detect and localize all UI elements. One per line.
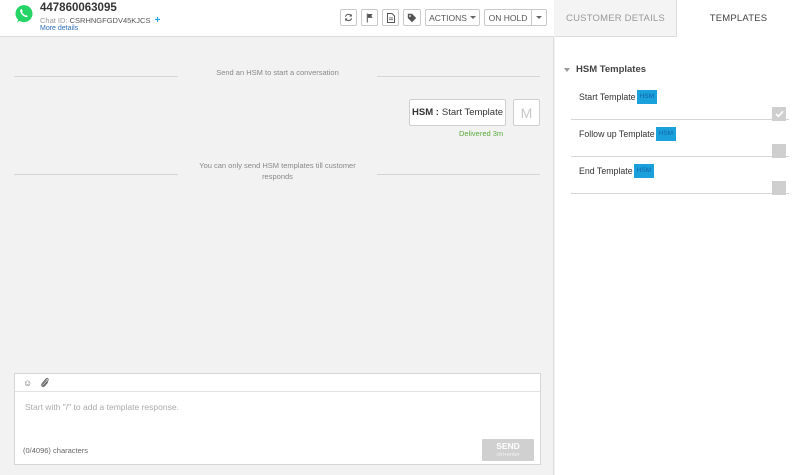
message-prefix: HSM : xyxy=(412,107,439,118)
add-icon[interactable]: + xyxy=(155,15,161,26)
tag-button[interactable] xyxy=(403,9,421,26)
tab-templates[interactable]: TEMPLATES xyxy=(677,0,800,37)
send-label: SEND xyxy=(496,441,520,451)
divider xyxy=(14,76,178,77)
chevron-down-icon xyxy=(469,16,476,19)
template-name-row: Follow up Template HSM xyxy=(579,127,677,141)
document-icon xyxy=(386,12,395,23)
conversation-header: 447860063095 Chat ID: CSRHNGFGDV45KJCS +… xyxy=(0,0,554,37)
composer-toolbar: ☺ xyxy=(15,374,540,392)
send-shortcut-hint: ctrl+enter xyxy=(496,452,520,458)
chat-id-label: Chat ID: xyxy=(40,16,68,25)
delivery-status: Delivered 3m xyxy=(459,129,504,138)
message-composer: ☺ (0/4096) characters SEND ctrl+enter xyxy=(14,373,541,465)
actions-label: ACTIONS xyxy=(429,12,467,23)
side-panel: CUSTOMER DETAILS TEMPLATES HSM Templates… xyxy=(555,0,800,475)
template-name: End Template xyxy=(579,166,633,176)
template-item-start[interactable]: Start Template HSM xyxy=(571,83,789,121)
emoji-icon[interactable]: ☺ xyxy=(23,378,32,388)
on-hold-label: ON HOLD xyxy=(488,12,528,23)
divider xyxy=(14,174,178,175)
attachment-icon[interactable] xyxy=(40,377,50,389)
checkmark-icon xyxy=(774,110,784,118)
template-select-checkbox[interactable] xyxy=(772,181,786,195)
whatsapp-icon xyxy=(15,5,33,23)
send-button[interactable]: SEND ctrl+enter xyxy=(482,439,534,461)
side-panel-tabs: CUSTOMER DETAILS TEMPLATES xyxy=(555,0,800,37)
tab-customer-details[interactable]: CUSTOMER DETAILS xyxy=(555,0,677,37)
hsm-templates-section-header[interactable]: HSM Templates xyxy=(564,64,646,75)
notes-button[interactable] xyxy=(382,9,399,26)
template-select-checkbox[interactable] xyxy=(772,144,786,158)
template-name: Follow up Template xyxy=(579,129,655,139)
flag-icon xyxy=(366,13,373,22)
contact-phone-number: 447860063095 xyxy=(40,2,117,14)
on-hold-button[interactable]: ON HOLD xyxy=(484,9,531,26)
template-name: Start Template xyxy=(579,92,636,102)
actions-dropdown[interactable]: ACTIONS xyxy=(425,9,480,26)
template-name-row: End Template HSM xyxy=(579,164,655,178)
flag-button[interactable] xyxy=(361,9,378,26)
divider xyxy=(377,76,540,77)
hsm-badge: HSM xyxy=(633,164,655,178)
system-notice: You can only send HSM templates till cus… xyxy=(199,161,356,181)
conversation-pane: 447860063095 Chat ID: CSRHNGFGDV45KJCS +… xyxy=(0,0,554,475)
outgoing-message-bubble: HSM : Start Template xyxy=(409,99,506,126)
caret-down-icon xyxy=(564,67,570,72)
status-dropdown-toggle[interactable] xyxy=(531,9,547,26)
agent-avatar: M xyxy=(513,99,540,126)
chevron-down-icon xyxy=(536,16,542,19)
character-count: (0/4096) characters xyxy=(23,446,89,455)
template-name-row: Start Template HSM xyxy=(579,90,658,104)
divider xyxy=(377,174,540,175)
hsm-badge: HSM xyxy=(636,90,658,104)
system-message: Send an HSM to start a conversation xyxy=(216,68,339,77)
hsm-badge: HSM xyxy=(655,127,677,141)
template-item-follow-up[interactable]: Follow up Template HSM xyxy=(571,120,789,158)
template-item-end[interactable]: End Template HSM xyxy=(571,157,789,195)
refresh-button[interactable] xyxy=(340,9,357,26)
refresh-icon xyxy=(344,13,353,22)
chat-id-value: CSRHNGFGDV45KJCS xyxy=(69,16,151,25)
template-select-checkbox[interactable] xyxy=(772,107,786,121)
more-details-link[interactable]: More details xyxy=(40,25,78,32)
message-input[interactable] xyxy=(25,402,525,412)
section-title: HSM Templates xyxy=(576,64,647,75)
message-text: Start Template xyxy=(441,107,503,118)
tag-icon xyxy=(407,13,417,22)
